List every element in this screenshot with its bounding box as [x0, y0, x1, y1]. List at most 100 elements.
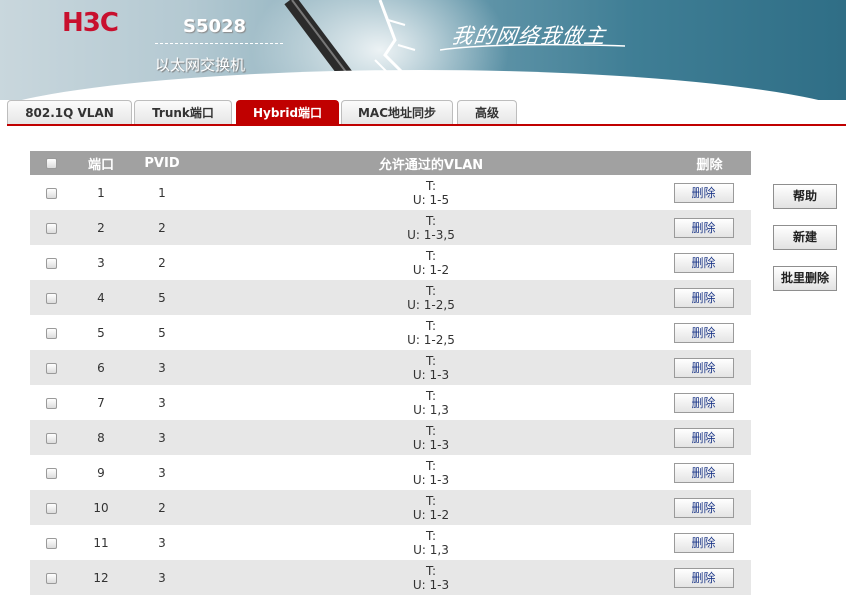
delete-header: 删除 [668, 151, 751, 175]
tagged-vlans: T: [425, 388, 437, 403]
row-checkbox[interactable] [45, 572, 57, 584]
table-row: 9 3 T: U: 1-3 删除 [30, 455, 751, 490]
pvid-cell: 3 [130, 350, 194, 385]
row-checkbox[interactable] [45, 187, 57, 199]
pvid-cell: 1 [158, 185, 166, 200]
table-row: 5 5 T: U: 1-2,5 删除 [30, 315, 751, 350]
tab-underline [7, 124, 846, 126]
hybrid-port-table: 端口 PVID 允许通过的VLAN 删除 1 1 T: U: 1-5 删除 2 2… [30, 151, 751, 595]
untagged-vlans: U: 1-3,5 [407, 227, 455, 242]
allowed-vlan-cell: T: U: 1-3 [194, 455, 668, 490]
banner-wave [0, 70, 846, 100]
table-row: 11 3 T: U: 1,3 删除 [30, 525, 751, 560]
tab-trunk-port[interactable]: Trunk端口 [134, 100, 232, 124]
allowed-vlan-cell: T: U: 1-3 [194, 420, 668, 455]
row-checkbox[interactable] [45, 362, 57, 374]
tagged-vlans: T: [425, 213, 437, 228]
delete-button[interactable]: 删除 [673, 392, 734, 413]
port-header: 端口 [72, 151, 130, 175]
select-all-checkbox[interactable] [45, 157, 57, 169]
port-cell: 5 [97, 325, 105, 340]
table-row: 3 2 T: U: 1-2 删除 [30, 245, 751, 280]
delete-button[interactable]: 删除 [673, 252, 734, 273]
untagged-vlans: U: 1-3 [412, 367, 450, 382]
select-all-cell [30, 151, 72, 175]
row-checkbox[interactable] [45, 222, 57, 234]
device-model: S5028 [183, 16, 247, 37]
row-checkbox[interactable] [45, 432, 57, 444]
row-checkbox[interactable] [45, 257, 57, 269]
delete-button[interactable]: 删除 [673, 357, 734, 378]
row-checkbox[interactable] [45, 292, 57, 304]
row-checkbox[interactable] [45, 397, 57, 409]
delete-button[interactable]: 删除 [673, 462, 734, 483]
pvid-cell: 3 [130, 420, 194, 455]
delete-button[interactable]: 删除 [673, 322, 734, 343]
port-cell: 8 [72, 420, 130, 455]
tagged-vlans: T: [425, 353, 437, 368]
allowed-vlan-header: 允许通过的VLAN [194, 151, 668, 175]
table-row: 12 3 T: U: 1-3 删除 [30, 560, 751, 595]
pvid-cell: 3 [158, 535, 166, 550]
tagged-vlans: T: [425, 423, 437, 438]
pvid-cell: 2 [130, 490, 194, 525]
tagged-vlans: T: [425, 563, 437, 578]
row-checkbox[interactable] [45, 467, 57, 479]
tab-8021q-vlan[interactable]: 802.1Q VLAN [7, 100, 132, 124]
tagged-vlans: T: [425, 283, 437, 298]
pvid-header: PVID [130, 151, 194, 175]
allowed-vlan-cell: T: U: 1-2,5 [194, 315, 668, 350]
port-cell: 4 [72, 280, 130, 315]
header-banner: H3C S5028 以太网交换机 我的网络我做主 [0, 0, 846, 100]
delete-button[interactable]: 删除 [673, 532, 734, 553]
allowed-vlan-cell: T: U: 1-3,5 [194, 210, 668, 245]
port-cell: 12 [72, 560, 130, 595]
device-type: 以太网交换机 [155, 56, 246, 74]
port-cell: 1 [97, 185, 105, 200]
untagged-vlans: U: 1-2,5 [407, 297, 455, 312]
untagged-vlans: U: 1-2 [412, 262, 450, 277]
table-row: 10 2 T: U: 1-2 删除 [30, 490, 751, 525]
row-checkbox[interactable] [45, 502, 57, 514]
tagged-vlans: T: [425, 178, 437, 193]
tagged-vlans: T: [425, 458, 437, 473]
table-header-row: 端口 PVID 允许通过的VLAN 删除 [30, 151, 751, 175]
pvid-cell: 2 [130, 210, 194, 245]
untagged-vlans: U: 1-3 [412, 437, 450, 452]
delete-button[interactable]: 删除 [673, 182, 734, 203]
delete-button[interactable]: 删除 [673, 287, 734, 308]
table-row: 7 3 T: U: 1,3 删除 [30, 385, 751, 420]
untagged-vlans: U: 1-3 [412, 577, 450, 592]
brand-logo: H3C [62, 8, 119, 38]
pvid-cell: 3 [158, 465, 166, 480]
untagged-vlans: U: 1,3 [413, 402, 449, 417]
pvid-cell: 3 [130, 560, 194, 595]
allowed-vlan-cell: T: U: 1,3 [194, 525, 668, 560]
allowed-vlan-cell: T: U: 1-2 [194, 490, 668, 525]
pvid-cell: 3 [158, 395, 166, 410]
allowed-vlan-cell: T: U: 1,3 [194, 385, 668, 420]
new-button[interactable]: 新建 [773, 225, 837, 250]
delete-button[interactable]: 删除 [673, 217, 734, 238]
delete-button[interactable]: 删除 [673, 497, 734, 518]
tab-mac-sync[interactable]: MAC地址同步 [341, 100, 453, 124]
table-row: 4 5 T: U: 1-2,5 删除 [30, 280, 751, 315]
delete-button[interactable]: 删除 [673, 567, 734, 588]
row-checkbox[interactable] [45, 537, 57, 549]
tagged-vlans: T: [425, 248, 437, 263]
slogan-underline [440, 43, 626, 51]
table-row: 6 3 T: U: 1-3 删除 [30, 350, 751, 385]
row-checkbox[interactable] [45, 327, 57, 339]
tagged-vlans: T: [425, 493, 437, 508]
tab-advanced[interactable]: 高级 [457, 100, 517, 124]
tab-hybrid-port[interactable]: Hybrid端口 [236, 100, 339, 124]
delete-button[interactable]: 删除 [673, 427, 734, 448]
help-button[interactable]: 帮助 [773, 184, 837, 209]
allowed-vlan-cell: T: U: 1-3 [194, 350, 668, 385]
tagged-vlans: T: [425, 528, 437, 543]
batch-delete-button[interactable]: 批里删除 [773, 266, 837, 291]
table-row: 1 1 T: U: 1-5 删除 [30, 175, 751, 210]
pvid-cell: 5 [158, 325, 166, 340]
model-divider [155, 43, 283, 44]
allowed-vlan-cell: T: U: 1-3 [194, 560, 668, 595]
